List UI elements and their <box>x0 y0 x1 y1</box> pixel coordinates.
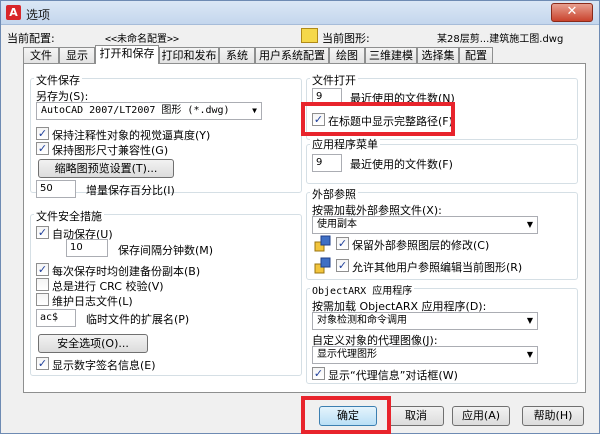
proxy-dialog-checkbox[interactable]: ✓ <box>312 367 325 380</box>
incremental-save-input[interactable]: 50 <box>36 180 76 198</box>
options-dialog: A 选项 ✕ 当前配置: <<未命名配置>> 当前图形: 某28层剪...建筑施… <box>0 0 600 434</box>
retain-xref-changes-checkbox[interactable]: ✓ <box>336 237 349 250</box>
file-save-title: 文件保存 <box>34 72 82 88</box>
drawing-size-compat-checkbox[interactable]: ✓ <box>36 142 49 155</box>
app-menu-recent-label: 最近使用的文件数(F) <box>350 158 453 171</box>
current-profile-value: <<未命名配置>> <box>105 34 180 45</box>
tab-open-and-save[interactable]: 打开和保存 <box>95 45 159 64</box>
xref-edit-icon <box>314 257 331 274</box>
apply-button[interactable]: 应用(A) <box>452 406 510 426</box>
allow-xref-edit-checkbox[interactable]: ✓ <box>336 259 349 272</box>
digital-signature-label: 显示数字签名信息(E) <box>52 359 156 372</box>
close-button[interactable]: ✕ <box>551 3 593 22</box>
autosave-minutes-label: 保存间隔分钟数(M) <box>118 244 214 257</box>
proxy-dialog-label: 显示“代理信息”对话框(W) <box>328 369 458 382</box>
autosave-checkbox[interactable]: ✓ <box>36 226 49 239</box>
autosave-minutes-input[interactable]: 10 <box>66 239 108 257</box>
backup-copy-label: 每次保存时均创建备份副本(B) <box>52 265 201 278</box>
tab-user-preferences[interactable]: 用户系统配置 <box>255 47 329 63</box>
annotative-fidelity-checkbox[interactable]: ✓ <box>36 127 49 140</box>
temp-ext-label: 临时文件的扩展名(P) <box>86 313 190 326</box>
current-drawing-value: 某28层剪...建筑施工图.dwg <box>437 34 564 45</box>
autocad-logo-icon: A <box>6 5 21 20</box>
file-safety-title: 文件安全措施 <box>34 208 104 224</box>
dialog-title: 选项 <box>26 8 51 22</box>
crc-check-checkbox[interactable] <box>36 278 49 291</box>
arx-demand-load-value: 对象检测和命令调用 <box>317 315 407 326</box>
drawing-size-compat-label: 保持图形尺寸兼容性(G) <box>52 144 169 157</box>
ok-button-highlight-box <box>301 396 391 434</box>
full-path-highlight-box <box>301 102 455 136</box>
temp-ext-input[interactable]: ac$ <box>36 309 76 327</box>
allow-xref-edit-label: 允许其他用户参照编辑当前图形(R) <box>352 261 523 274</box>
tab-system[interactable]: 系统 <box>219 47 255 63</box>
drawing-file-icon <box>301 28 318 43</box>
tab-selection[interactable]: 选择集 <box>417 47 459 63</box>
tab-profiles[interactable]: 配置 <box>459 47 493 63</box>
chevron-down-icon: ▼ <box>526 316 533 325</box>
arx-demand-load-select[interactable]: 对象检测和命令调用 ▼ <box>312 312 538 330</box>
save-as-select[interactable]: AutoCAD 2007/LT2007 图形 (*.dwg) ▼ <box>36 102 262 120</box>
proxy-images-select[interactable]: 显示代理图形 ▼ <box>312 346 538 364</box>
chevron-down-icon: ▼ <box>252 106 257 115</box>
tab-files[interactable]: 文件 <box>23 47 59 63</box>
incremental-save-label: 增量保存百分比(I) <box>86 184 175 197</box>
log-file-label: 维护日志文件(L) <box>52 295 133 308</box>
file-open-title: 文件打开 <box>310 72 358 88</box>
annotative-fidelity-label: 保持注释性对象的视觉逼真度(Y) <box>52 129 211 142</box>
xref-demand-load-select[interactable]: 使用副本 ▼ <box>312 216 538 234</box>
tab-plot-and-publish[interactable]: 打印和发布 <box>159 47 219 63</box>
security-options-button[interactable]: 安全选项(O)... <box>38 334 148 353</box>
tab-drafting[interactable]: 绘图 <box>329 47 365 63</box>
xref-layer-icon <box>314 235 331 252</box>
chevron-down-icon: ▼ <box>526 350 533 359</box>
app-menu-title: 应用程序菜单 <box>310 136 380 152</box>
crc-check-label: 总是进行 CRC 校验(V) <box>52 280 164 293</box>
tab-display[interactable]: 显示 <box>59 47 95 63</box>
current-drawing-label: 当前图形: <box>322 32 370 45</box>
thumbnail-settings-button[interactable]: 缩略图预览设置(T)... <box>38 159 174 178</box>
log-file-checkbox[interactable] <box>36 293 49 306</box>
xref-demand-load-value: 使用副本 <box>317 219 357 230</box>
title-bar[interactable]: A 选项 ✕ <box>1 1 599 25</box>
objectarx-title: ObjectARX 应用程序 <box>310 282 415 297</box>
retain-xref-changes-label: 保留外部参照图层的修改(C) <box>352 239 490 252</box>
cancel-button[interactable]: 取消 <box>388 406 444 426</box>
help-button[interactable]: 帮助(H) <box>522 406 584 426</box>
current-profile-label: 当前配置: <box>7 32 55 45</box>
backup-copy-checkbox[interactable]: ✓ <box>36 263 49 276</box>
save-as-value: AutoCAD 2007/LT2007 图形 (*.dwg) <box>41 105 230 116</box>
xref-title: 外部参照 <box>310 186 358 202</box>
tab-3d-modeling[interactable]: 三维建模 <box>365 47 417 63</box>
digital-signature-checkbox[interactable]: ✓ <box>36 357 49 370</box>
proxy-images-value: 显示代理图形 <box>317 349 377 360</box>
app-menu-recent-input[interactable]: 9 <box>312 154 342 172</box>
chevron-down-icon: ▼ <box>526 220 533 229</box>
